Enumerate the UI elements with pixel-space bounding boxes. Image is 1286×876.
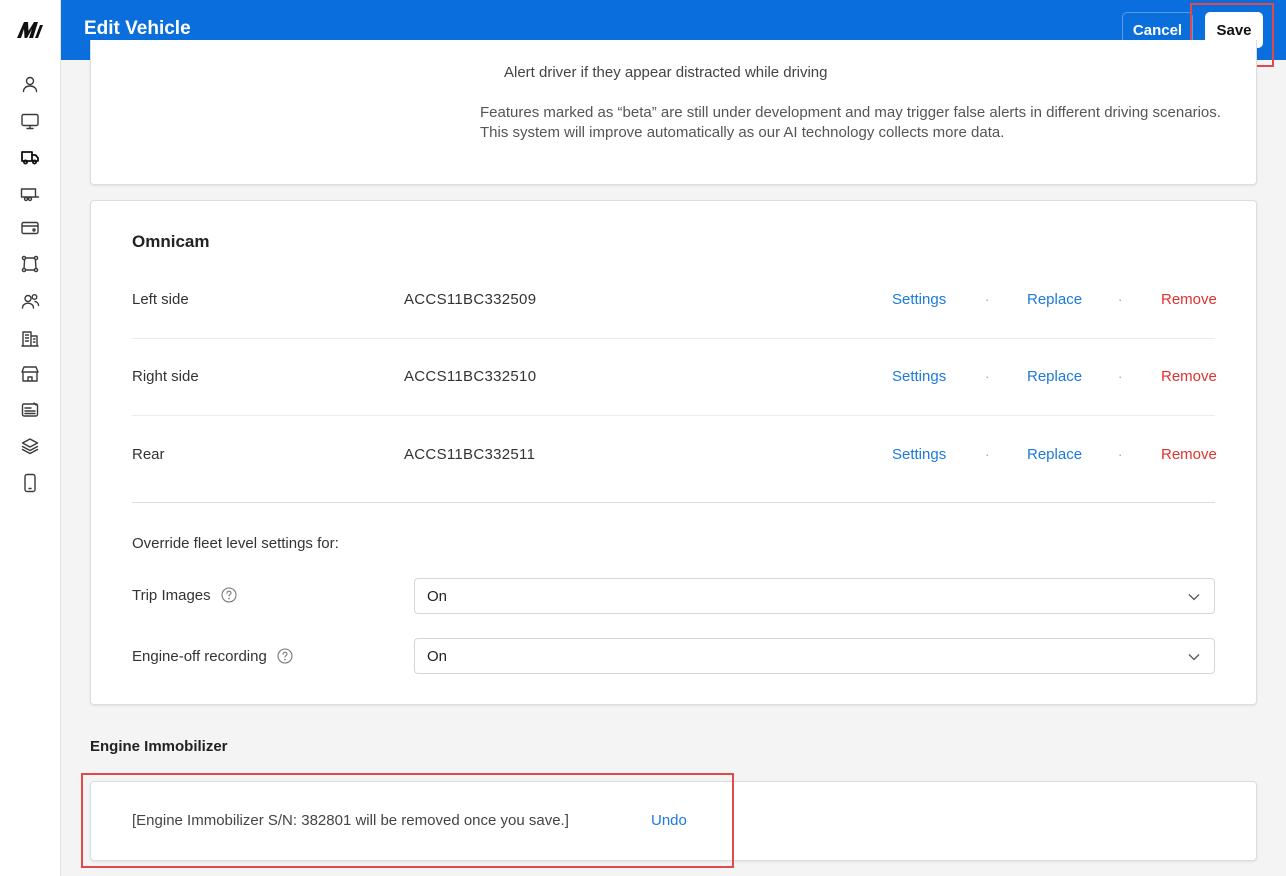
help-icon[interactable] bbox=[221, 587, 237, 603]
distracted-driving-description: Alert driver if they appear distracted w… bbox=[504, 64, 828, 81]
engine-off-label: Engine-off recording bbox=[132, 648, 293, 665]
override-heading: Override fleet level settings for: bbox=[132, 535, 339, 552]
immobilizer-highlight bbox=[81, 773, 734, 868]
engine-off-value: On bbox=[427, 648, 448, 665]
card-icon[interactable] bbox=[19, 217, 41, 239]
motive-logo[interactable] bbox=[16, 19, 44, 41]
separator-dot: · bbox=[985, 369, 990, 384]
engine-off-select[interactable]: On bbox=[414, 638, 1215, 674]
remove-link-left[interactable]: Remove bbox=[1161, 291, 1217, 308]
sidebar bbox=[0, 0, 61, 876]
remove-link-rear[interactable]: Remove bbox=[1161, 446, 1217, 463]
camera-label-right: Right side bbox=[132, 368, 199, 385]
trip-images-label: Trip Images bbox=[132, 587, 237, 604]
separator-dot: · bbox=[985, 292, 990, 307]
separator-dot: · bbox=[985, 447, 990, 462]
omnicam-title: Omnicam bbox=[132, 232, 210, 251]
engine-off-label-text: Engine-off recording bbox=[132, 648, 267, 665]
phone-icon[interactable] bbox=[19, 472, 41, 494]
replace-link-left[interactable]: Replace bbox=[1027, 291, 1082, 308]
store-icon[interactable] bbox=[19, 363, 41, 385]
user-icon[interactable] bbox=[19, 73, 41, 95]
separator-dot: · bbox=[1118, 447, 1123, 462]
replace-link-right[interactable]: Replace bbox=[1027, 368, 1082, 385]
news-icon[interactable] bbox=[19, 399, 41, 421]
replace-link-rear[interactable]: Replace bbox=[1027, 446, 1082, 463]
camera-label-left: Left side bbox=[132, 291, 189, 308]
settings-link-left[interactable]: Settings bbox=[892, 291, 946, 308]
chevron-down-icon bbox=[1188, 594, 1200, 601]
trailer-icon[interactable] bbox=[19, 183, 41, 205]
separator-dot: · bbox=[1118, 369, 1123, 384]
beta-note-line-1: Features marked as “beta” are still unde… bbox=[480, 104, 1221, 121]
trip-images-label-text: Trip Images bbox=[132, 587, 211, 604]
row-divider bbox=[132, 338, 1215, 339]
camera-label-rear: Rear bbox=[132, 446, 165, 463]
camera-serial-left: ACCS11BC332509 bbox=[404, 291, 537, 308]
help-icon[interactable] bbox=[277, 648, 293, 664]
engine-immobilizer-title: Engine Immobilizer bbox=[90, 738, 228, 755]
layers-icon[interactable] bbox=[19, 435, 41, 457]
remove-link-right[interactable]: Remove bbox=[1161, 368, 1217, 385]
users-icon[interactable] bbox=[19, 290, 41, 312]
building-icon[interactable] bbox=[19, 327, 41, 349]
camera-serial-right: ACCS11BC332510 bbox=[404, 368, 537, 385]
section-divider bbox=[132, 502, 1215, 503]
trip-images-value: On bbox=[427, 588, 448, 605]
truck-icon[interactable] bbox=[19, 146, 41, 168]
row-divider bbox=[132, 415, 1215, 416]
separator-dot: · bbox=[1118, 292, 1123, 307]
camera-serial-rear: ACCS11BC332511 bbox=[404, 446, 536, 463]
page-title: Edit Vehicle bbox=[84, 18, 191, 39]
settings-link-right[interactable]: Settings bbox=[892, 368, 946, 385]
settings-link-rear[interactable]: Settings bbox=[892, 446, 946, 463]
beta-note-line-2: This system will improve automatically a… bbox=[480, 124, 1005, 141]
route-icon[interactable] bbox=[19, 253, 41, 275]
trip-images-select[interactable]: On bbox=[414, 578, 1215, 614]
monitor-icon[interactable] bbox=[19, 110, 41, 132]
chevron-down-icon bbox=[1188, 654, 1200, 661]
